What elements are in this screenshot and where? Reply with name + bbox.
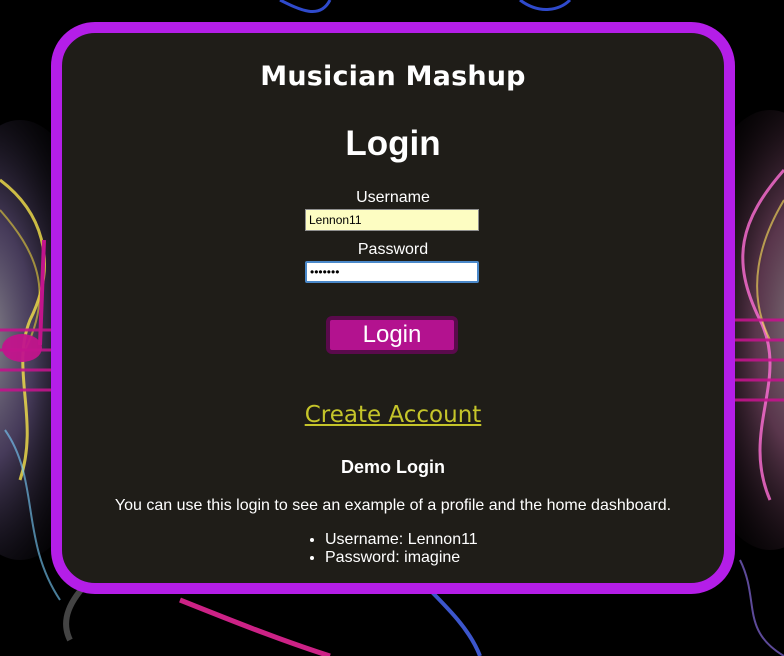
login-heading: Login [345,124,441,163]
demo-username-item: Username: Lennon11 [325,531,478,549]
demo-login-heading: Demo Login [341,457,445,477]
demo-credentials-list: Username: Lennon11 Password: imagine [307,531,478,567]
site-title: Musician Mashup [260,61,526,92]
password-label: Password [357,241,429,258]
username-input[interactable] [305,209,479,231]
demo-login-description: You can use this login to see an example… [114,497,672,514]
music-note-icon [2,334,42,362]
create-account-link[interactable]: Create Account [62,402,724,428]
login-button[interactable]: Login [326,316,458,354]
login-card: Musician Mashup Login Username Password … [51,22,735,594]
password-input[interactable] [305,261,479,283]
demo-password-item: Password: imagine [325,549,478,567]
username-label: Username [356,189,430,206]
